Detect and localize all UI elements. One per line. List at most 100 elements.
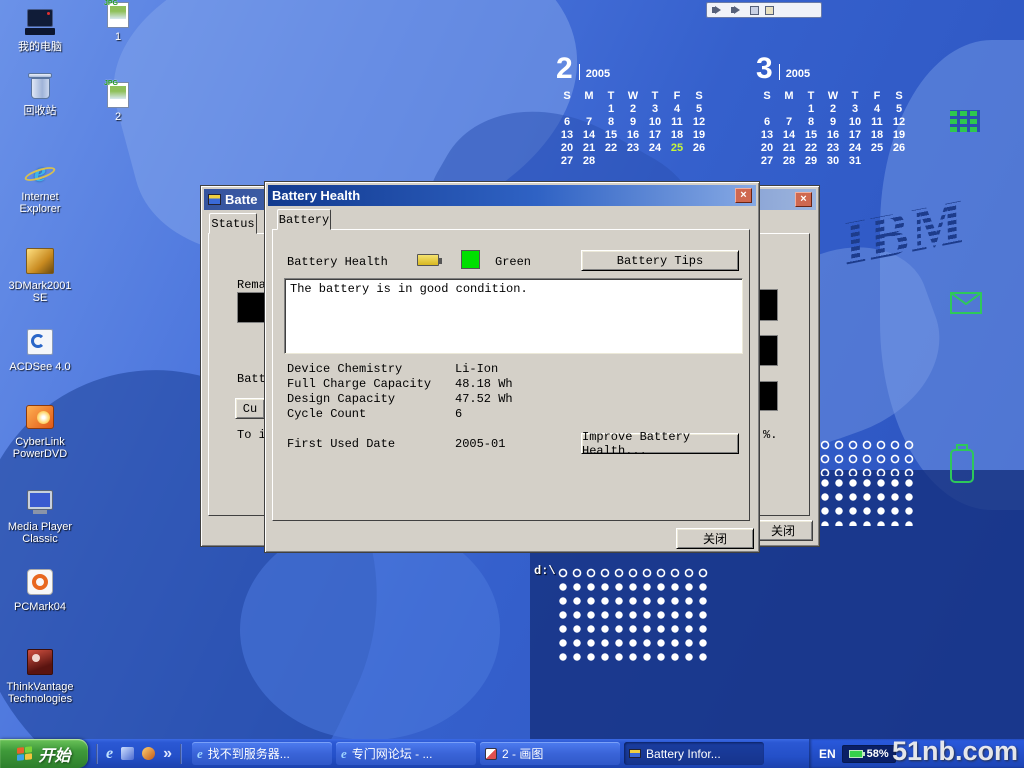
desktop-icon-media-player-classic[interactable]: Media Player Classic xyxy=(2,486,78,545)
improve-battery-health-button[interactable]: Improve Battery Health... xyxy=(581,433,739,454)
calendar-day: 3 xyxy=(844,103,866,116)
charge-gauge xyxy=(237,292,265,323)
condition-text: The battery is in good condition. xyxy=(290,282,528,296)
language-indicator[interactable]: EN xyxy=(819,747,836,761)
close-icon[interactable]: × xyxy=(735,188,752,203)
calendar-day-header: F xyxy=(866,90,888,103)
paint-icon xyxy=(485,748,497,760)
icon-label: CyberLink PowerDVD xyxy=(3,436,77,460)
dot-pattern xyxy=(556,580,710,664)
calendar-day: 13 xyxy=(556,129,578,142)
calendar-day: 16 xyxy=(622,129,644,142)
calendar-day: 12 xyxy=(888,116,910,129)
calendar-day xyxy=(600,155,622,168)
calendar-day: 15 xyxy=(600,129,622,142)
battery-tips-button[interactable]: Battery Tips xyxy=(581,250,739,271)
calendar-day-header: S xyxy=(888,90,910,103)
keypad-icon xyxy=(950,110,980,132)
close-button[interactable]: 关闭 xyxy=(753,520,813,541)
calendar-day: 24 xyxy=(644,142,666,155)
calendar-day: 8 xyxy=(600,116,622,129)
desktop-icon-acdsee[interactable]: ACDSee 4.0 xyxy=(2,326,78,373)
calendar-day-header: M xyxy=(778,90,800,103)
start-label: 开始 xyxy=(38,742,70,766)
desktop-icon-recycle-bin[interactable]: 回收站 xyxy=(2,70,78,117)
icon-label: 2 xyxy=(115,111,121,123)
show-desktop-icon[interactable] xyxy=(121,747,134,760)
current-button[interactable]: Cu xyxy=(235,398,265,419)
field-value: 48.18 Wh xyxy=(455,377,513,391)
taskbar-item-server-not-found[interactable]: e 找不到服务器... xyxy=(192,742,332,765)
icon-label: 3DMark2001 SE xyxy=(3,280,77,304)
calendar-day: 11 xyxy=(666,116,688,129)
calendar-day: 18 xyxy=(666,129,688,142)
calendar-day: 12 xyxy=(688,116,710,129)
calendar-march: 3 2005 SMTWTFS12345678910111213141516171… xyxy=(756,55,916,168)
speaker-muted-icon[interactable] xyxy=(734,6,744,14)
desktop-icon-file-2[interactable]: JPG 2 xyxy=(94,82,142,123)
battery-tray-icon xyxy=(849,750,863,758)
calendar-day: 23 xyxy=(822,142,844,155)
calendar-day xyxy=(578,103,600,116)
calendar-day: 17 xyxy=(644,129,666,142)
calendar-day: 29 xyxy=(800,155,822,168)
battery-cylinder-icon xyxy=(948,444,976,484)
taskbar-item-paint[interactable]: 2 - 画图 xyxy=(480,742,620,765)
battery-small-icon xyxy=(417,254,439,266)
notes-icon[interactable] xyxy=(765,6,774,15)
drive-label: d:\ xyxy=(534,564,556,578)
desktop-icon-3dmark2001[interactable]: 3DMark2001 SE xyxy=(2,245,78,304)
mixer-icon[interactable] xyxy=(750,6,759,15)
close-button[interactable]: 关闭 xyxy=(676,528,754,549)
tab-status[interactable]: Status xyxy=(209,213,257,234)
task-label: 专门网论坛 - ... xyxy=(352,745,433,762)
desktop-icon-powerdvd[interactable]: CyberLink PowerDVD xyxy=(2,401,78,460)
button-label: Cu xyxy=(243,402,257,416)
calendar-year: 2005 xyxy=(586,68,610,80)
calendar-day-header: T xyxy=(644,90,666,103)
calendar-day: 30 xyxy=(822,155,844,168)
calendar-day: 26 xyxy=(688,142,710,155)
calendar-day-header: W xyxy=(822,90,844,103)
media-quicklaunch-icon[interactable] xyxy=(142,747,155,760)
calendar-month: 2 xyxy=(556,55,573,83)
taskbar-item-forum[interactable]: e 专门网论坛 - ... xyxy=(336,742,476,765)
health-label: Battery Health xyxy=(287,255,388,269)
button-label: 关闭 xyxy=(771,522,795,539)
condition-textbox[interactable]: The battery is in good condition. xyxy=(284,278,743,354)
calendar-day: 27 xyxy=(556,155,578,168)
health-status-text: Green xyxy=(495,255,531,269)
taskbar-item-battery-information[interactable]: Battery Infor... xyxy=(624,742,764,765)
desktop-icon-pcmark04[interactable]: PCMark04 xyxy=(2,566,78,613)
calendar-grid: SMTWTFS123456789101112131415161718192021… xyxy=(556,90,716,168)
internet-explorer-icon: e xyxy=(24,156,56,188)
desktop-icon-thinkvantage[interactable]: ThinkVantage Technologies xyxy=(2,646,78,705)
dialog-titlebar[interactable]: Battery Health × xyxy=(268,185,756,206)
windows-flag-icon xyxy=(17,746,33,762)
calendar-day xyxy=(556,103,578,116)
calendar-day: 28 xyxy=(578,155,600,168)
button-label: Battery Tips xyxy=(617,254,703,268)
calendar-day: 13 xyxy=(756,129,778,142)
thinkvantage-icon xyxy=(24,646,56,678)
calendar-day: 23 xyxy=(622,142,644,155)
quick-launch: e » xyxy=(88,739,190,768)
calendar-day: 7 xyxy=(778,116,800,129)
calendar-day xyxy=(644,155,666,168)
start-button[interactable]: 开始 xyxy=(0,739,88,768)
desktop-icon-my-computer[interactable]: 我的电脑 xyxy=(2,6,78,53)
battery-health-dialog: Battery Health × Battery Battery Health … xyxy=(264,181,760,553)
dot-pattern xyxy=(818,476,916,526)
calendar-day: 10 xyxy=(844,116,866,129)
calendar-day: 21 xyxy=(778,142,800,155)
tab-battery[interactable]: Battery xyxy=(277,209,331,230)
close-icon[interactable]: × xyxy=(795,192,812,207)
desktop-icon-file-1[interactable]: JPG 1 xyxy=(94,2,142,43)
desktop-icon-internet-explorer[interactable]: e Internet Explorer xyxy=(2,156,78,215)
battery-tray-indicator[interactable]: 58% xyxy=(842,745,896,763)
calendar-day: 31 xyxy=(844,155,866,168)
ie-quicklaunch-icon[interactable]: e xyxy=(106,745,113,763)
calendar-day-header: T xyxy=(800,90,822,103)
chevron-more-icon[interactable]: » xyxy=(163,745,172,763)
speaker-icon[interactable] xyxy=(715,6,725,14)
